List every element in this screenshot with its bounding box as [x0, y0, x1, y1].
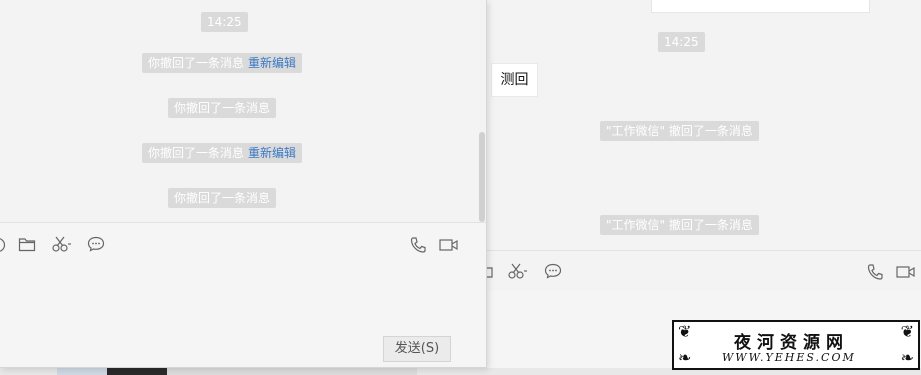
ornament-icon: ❦ [678, 322, 692, 341]
timestamp: 14:25 [201, 12, 248, 32]
re-edit-link[interactable]: 重新编辑 [248, 146, 296, 160]
recall-notice: 你撤回了一条消息 重新编辑 [142, 143, 303, 163]
chat-bubble-icon[interactable] [87, 236, 105, 252]
video-icon[interactable] [896, 265, 916, 279]
message-bubble[interactable]: 测回 [491, 63, 538, 97]
message-bubble-partial [651, 0, 870, 13]
system-notice: "工作微信" 撤回了一条消息 [600, 121, 759, 141]
ornament-icon: ❦ [900, 322, 914, 341]
recall-notice: 你撤回了一条消息 [168, 98, 277, 118]
recall-notice-text: 你撤回了一条消息 [174, 101, 271, 115]
timestamp: 14:25 [658, 32, 705, 52]
taskbar-thumbnail[interactable] [107, 368, 167, 375]
scrollbar[interactable] [479, 132, 485, 222]
send-button[interactable]: 发送(S) [383, 336, 451, 362]
recall-notice: 你撤回了一条消息 重新编辑 [142, 53, 303, 73]
watermark-url: WWW.YEHES.COM [722, 351, 856, 364]
scissors-icon[interactable] [52, 236, 72, 252]
chat-bubble-icon[interactable] [544, 263, 562, 279]
watermark-logo: ❦ ❧ ❦ ❧ 夜河资源网 WWW.YEHES.COM [672, 320, 920, 370]
ornament-icon: ❧ [900, 348, 914, 367]
taskbar-thumbnail[interactable] [57, 368, 107, 375]
recall-notice-text: 你撤回了一条消息 [148, 56, 245, 70]
recall-notice-text: 你撤回了一条消息 [174, 191, 271, 205]
scissors-icon[interactable] [508, 263, 528, 279]
video-icon[interactable] [439, 238, 459, 252]
foreground-chat-window: 14:25 你撤回了一条消息 重新编辑 你撤回了一条消息 你撤回了一条消息 重新编辑… [0, 0, 487, 368]
taskbar-thumbnail[interactable] [167, 368, 417, 375]
recall-notice: 你撤回了一条消息 [168, 188, 277, 208]
system-notice: "工作微信" 撤回了一条消息 [600, 215, 759, 235]
phone-icon[interactable] [866, 263, 884, 281]
folder-icon[interactable] [18, 237, 36, 252]
chat-toolbar [484, 251, 921, 291]
phone-icon[interactable] [409, 236, 427, 254]
emoji-icon[interactable] [0, 237, 6, 253]
re-edit-link[interactable]: 重新编辑 [248, 56, 296, 70]
ornament-icon: ❧ [678, 348, 692, 367]
watermark-title: 夜河资源网 [734, 333, 849, 353]
recall-notice-text: 你撤回了一条消息 [148, 146, 245, 160]
